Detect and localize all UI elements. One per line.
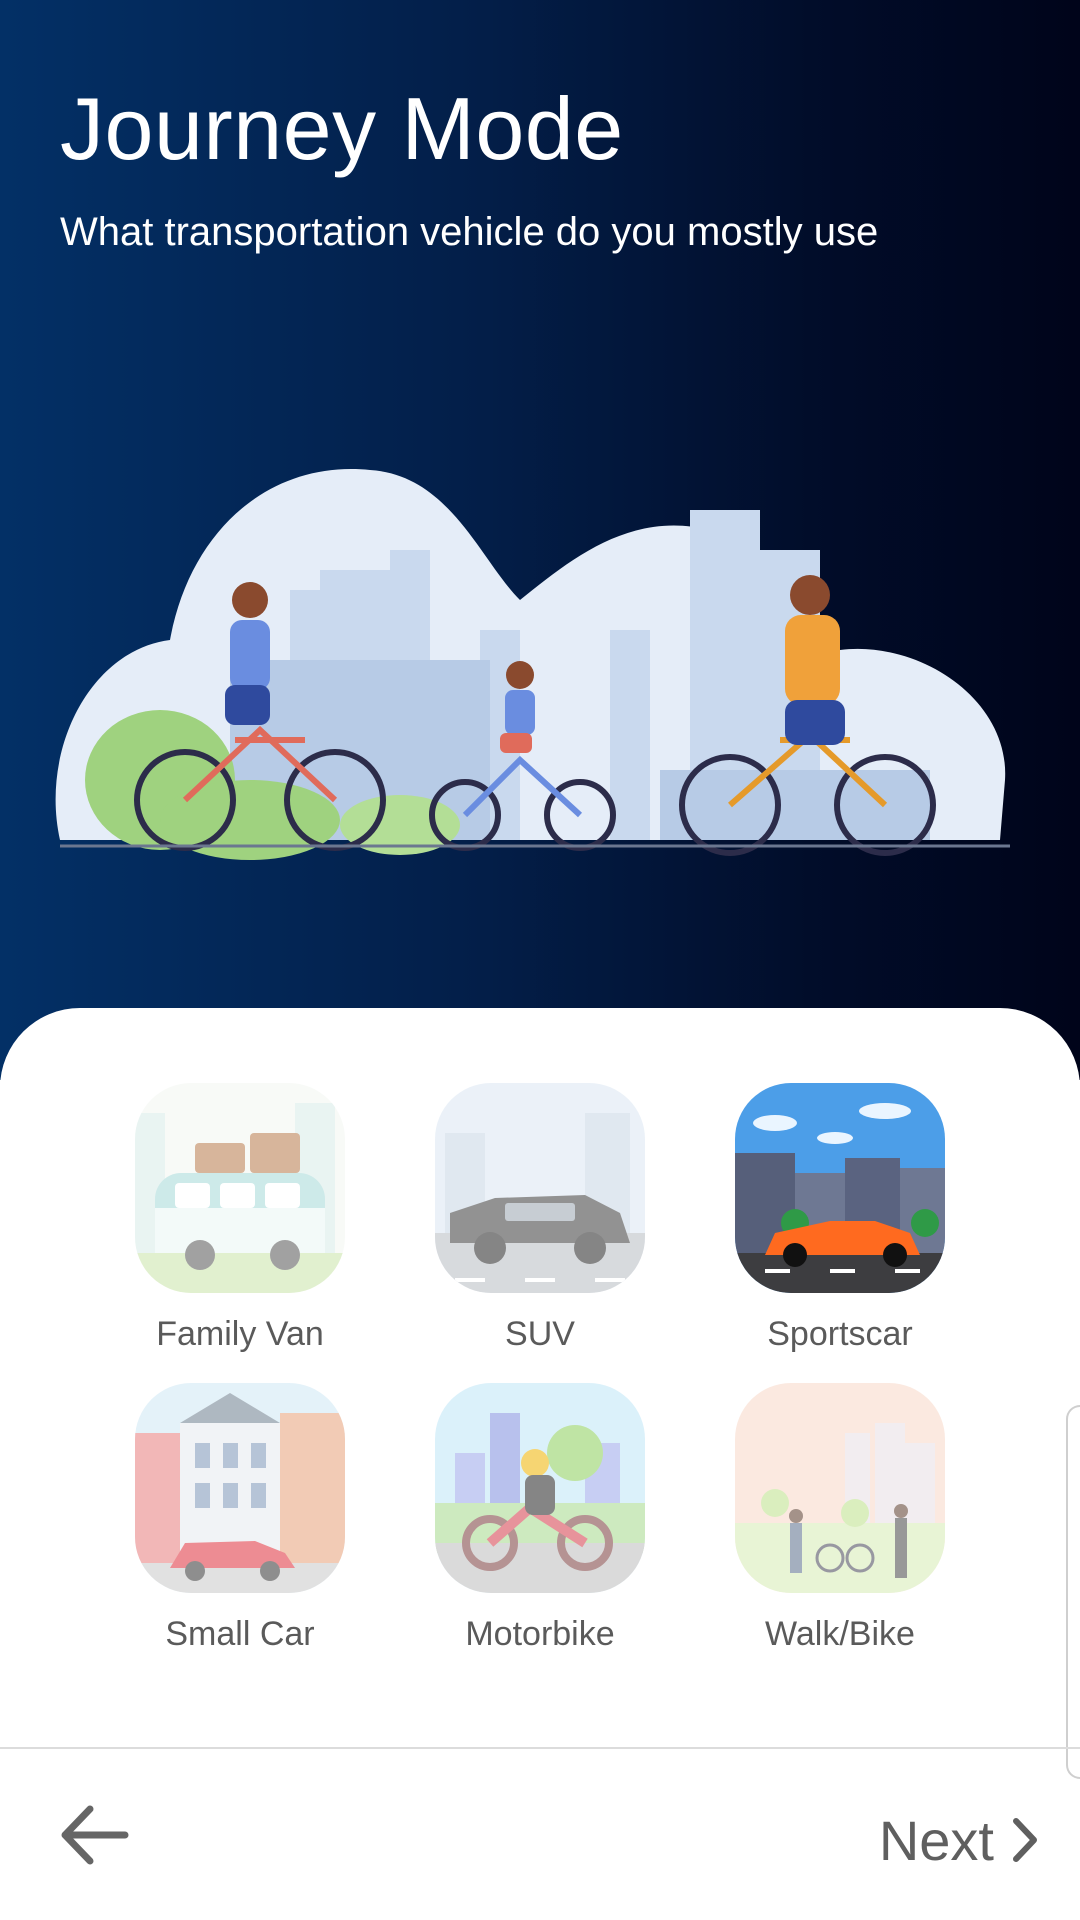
page-title: Journey Mode	[60, 79, 624, 178]
vehicle-options-sheet: Family Van SUV Sportscar Small Car Motor…	[0, 1008, 1080, 1920]
option-label: Sportscar	[767, 1315, 913, 1353]
sportscar-image	[735, 1083, 945, 1293]
option-sportscar[interactable]: Sportscar	[735, 1083, 945, 1354]
next-button[interactable]: Next	[879, 1800, 1040, 1880]
next-label: Next	[878, 1808, 994, 1872]
header-section: Journey Mode What transportation vehicle…	[0, 0, 1080, 1080]
chevron-right-icon	[1013, 1818, 1037, 1862]
side-panel-handle[interactable]	[1066, 1405, 1080, 1779]
option-motorbike[interactable]: Motorbike	[435, 1383, 645, 1654]
option-walk-bike[interactable]: Walk/Bike	[735, 1383, 945, 1654]
back-button[interactable]	[55, 1795, 135, 1875]
page-subtitle: What transportation vehicle do you mostl…	[60, 210, 879, 254]
family-cycling-illustration	[55, 469, 1010, 860]
family-van-image	[135, 1083, 345, 1293]
option-label: SUV	[505, 1315, 575, 1353]
suv-image	[435, 1083, 645, 1293]
option-small-car[interactable]: Small Car	[135, 1383, 345, 1654]
footer-divider	[0, 1747, 1080, 1749]
option-label: Small Car	[165, 1615, 315, 1653]
arrow-left-icon	[61, 1805, 129, 1865]
option-label: Motorbike	[465, 1615, 615, 1653]
option-suv[interactable]: SUV	[435, 1083, 645, 1354]
small-car-image	[135, 1383, 345, 1593]
walk-bike-image	[735, 1383, 945, 1593]
option-label: Family Van	[156, 1315, 324, 1353]
option-label: Walk/Bike	[765, 1615, 915, 1653]
motorbike-image	[435, 1383, 645, 1593]
option-family-van[interactable]: Family Van	[135, 1083, 345, 1354]
